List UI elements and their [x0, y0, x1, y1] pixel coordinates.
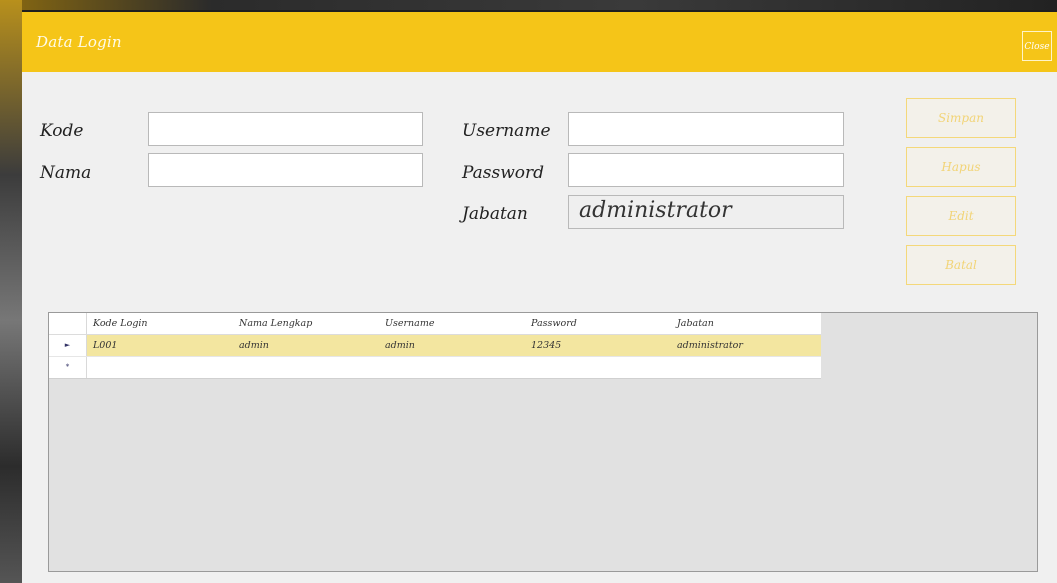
column-header-nama-lengkap[interactable]: Nama Lengkap — [233, 313, 379, 334]
cell-jabatan[interactable]: administrator — [671, 335, 821, 356]
background-strip — [0, 0, 1057, 10]
cell-username[interactable]: admin — [379, 335, 525, 356]
new-row-marker: * — [49, 357, 87, 378]
row-header-corner — [49, 313, 87, 334]
column-header-username[interactable]: Username — [379, 313, 525, 334]
jabatan-label: Jabatan — [462, 204, 528, 224]
password-label: Password — [462, 163, 545, 183]
column-header-kode-login[interactable]: Kode Login — [87, 313, 233, 334]
cell-password[interactable]: 12345 — [525, 335, 671, 356]
batal-button[interactable]: Batal — [906, 245, 1016, 285]
current-row-marker[interactable]: ► — [49, 335, 87, 356]
new-row-cells[interactable] — [87, 357, 821, 378]
background-edge — [0, 0, 22, 583]
kode-input[interactable] — [148, 112, 423, 146]
grid-table: Kode Login Nama Lengkap Username Passwor… — [49, 313, 821, 379]
nama-label: Nama — [40, 163, 92, 183]
grid-header-row: Kode Login Nama Lengkap Username Passwor… — [49, 313, 821, 335]
kode-label: Kode — [40, 121, 84, 141]
window-title: Data Login — [36, 33, 122, 51]
new-row[interactable]: * — [49, 356, 821, 379]
column-header-jabatan[interactable]: Jabatan — [671, 313, 821, 334]
title-bar: Data Login Close — [22, 12, 1057, 72]
cell-kode-login[interactable]: L001 — [87, 335, 233, 356]
username-label: Username — [462, 121, 551, 141]
username-input[interactable] — [568, 112, 844, 146]
data-login-window: Data Login Close Kode Nama Username Pass… — [22, 12, 1057, 583]
simpan-button[interactable]: Simpan — [906, 98, 1016, 138]
nama-input[interactable] — [148, 153, 423, 187]
column-header-password[interactable]: Password — [525, 313, 671, 334]
edit-button[interactable]: Edit — [906, 196, 1016, 236]
cell-nama-lengkap[interactable]: admin — [233, 335, 379, 356]
close-button[interactable]: Close — [1022, 31, 1052, 61]
table-row[interactable]: ► L001 admin admin 12345 administrator — [49, 335, 821, 356]
password-input[interactable] — [568, 153, 844, 187]
login-data-grid[interactable]: Kode Login Nama Lengkap Username Passwor… — [48, 312, 1038, 572]
jabatan-field[interactable]: administrator — [568, 195, 844, 229]
hapus-button[interactable]: Hapus — [906, 147, 1016, 187]
